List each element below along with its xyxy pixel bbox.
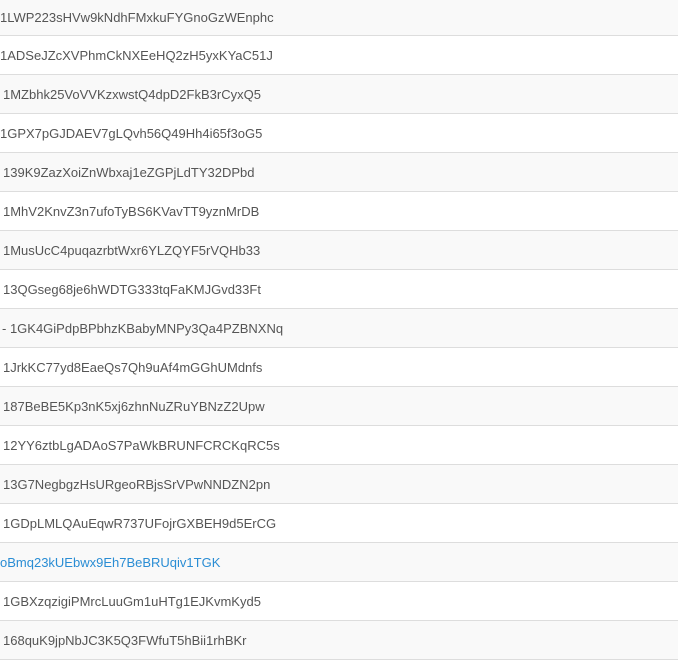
table-row: 1GBXzqzigiPMrcLuuGm1uHTg1EJKvmKyd5 [0, 582, 678, 621]
address-text: 12YY6ztbLgADAoS7PaWkBRUNFCRCKqRC5s [3, 437, 280, 453]
table-row: 139K9ZazXoiZnWbxaj1eZGPjLdTY32DPbd [0, 153, 678, 192]
table-row: 12YY6ztbLgADAoS7PaWkBRUNFCRCKqRC5s [0, 426, 678, 465]
address-text: 1GPX7pGJDAEV7gLQvh56Q49Hh4i65f3oG5 [0, 125, 263, 141]
table-row: 187BeBE5Kp3nK5xj6zhnNuZRuYBNzZ2Upw [0, 387, 678, 426]
table-row: 13QGseg68je6hWDTG333tqFaKMJGvd33Ft [0, 270, 678, 309]
address-text: 1LWP223sHVw9kNdhFMxkuFYGnoGzWEnphc [0, 10, 274, 25]
address-text: 1MhV2KnvZ3n7ufoTyBS6KVavTT9yznMrDB [3, 203, 260, 219]
address-text: 1MusUcC4puqazrbtWxr6YLZQYF5rVQHb33 [3, 242, 261, 258]
table-row: 168quK9jpNbJC3K5Q3FWfuT5hBii1rhBKr [0, 621, 678, 660]
address-text: 1MZbhk25VoVVKzxwstQ4dpD2FkB3rCyxQ5 [3, 86, 261, 102]
table-row: 13G7NegbgzHsURgeoRBjsSrVPwNNDZN2pn [0, 465, 678, 504]
address-list: 1LWP223sHVw9kNdhFMxkuFYGnoGzWEnphc 1ADSe… [0, 0, 678, 662]
address-text: 139K9ZazXoiZnWbxaj1eZGPjLdTY32DPbd [3, 164, 255, 180]
address-text: 13G7NegbgzHsURgeoRBjsSrVPwNNDZN2pn [3, 476, 271, 492]
address-text: - 1GK4GiPdpBPbhzKBabyMNPy3Qa4PZBNXNq [2, 320, 284, 336]
table-row: 1MZbhk25VoVVKzxwstQ4dpD2FkB3rCyxQ5 [0, 75, 678, 114]
address-text: 1GDpLMLQAuEqwR737UFojrGXBEH9d5ErCG [3, 515, 277, 531]
address-text: 1ADSeJZcXVPhmCkNXEeHQ2zH5yxKYaC51J [0, 47, 273, 63]
address-text: 187BeBE5Kp3nK5xj6zhnNuZRuYBNzZ2Upw [3, 398, 265, 414]
address-text: 1JrkKC77yd8EaeQs7Qh9uAf4mGGhUMdnfs [3, 359, 263, 375]
table-row: oBmq23kUEbwx9Eh7BeBRUqiv1TGK [0, 543, 678, 582]
table-row: 1MhV2KnvZ3n7ufoTyBS6KVavTT9yznMrDB [0, 192, 678, 231]
address-text: 13QGseg68je6hWDTG333tqFaKMJGvd33Ft [3, 281, 261, 297]
table-row: 1LWP223sHVw9kNdhFMxkuFYGnoGzWEnphc [0, 0, 678, 36]
address-text: 168quK9jpNbJC3K5Q3FWfuT5hBii1rhBKr [3, 632, 247, 648]
table-row: 1MusUcC4puqazrbtWxr6YLZQYF5rVQHb33 [0, 231, 678, 270]
table-row: 1GPX7pGJDAEV7gLQvh56Q49Hh4i65f3oG5 [0, 114, 678, 153]
table-row: 1JrkKC77yd8EaeQs7Qh9uAf4mGGhUMdnfs [0, 348, 678, 387]
address-link[interactable]: oBmq23kUEbwx9Eh7BeBRUqiv1TGK [0, 555, 220, 570]
table-row: - 1GK4GiPdpBPbhzKBabyMNPy3Qa4PZBNXNq [0, 309, 678, 348]
table-row: 1GDpLMLQAuEqwR737UFojrGXBEH9d5ErCG [0, 504, 678, 543]
address-text: 1GBXzqzigiPMrcLuuGm1uHTg1EJKvmKyd5 [3, 593, 261, 609]
table-row: 1ADSeJZcXVPhmCkNXEeHQ2zH5yxKYaC51J [0, 36, 678, 75]
